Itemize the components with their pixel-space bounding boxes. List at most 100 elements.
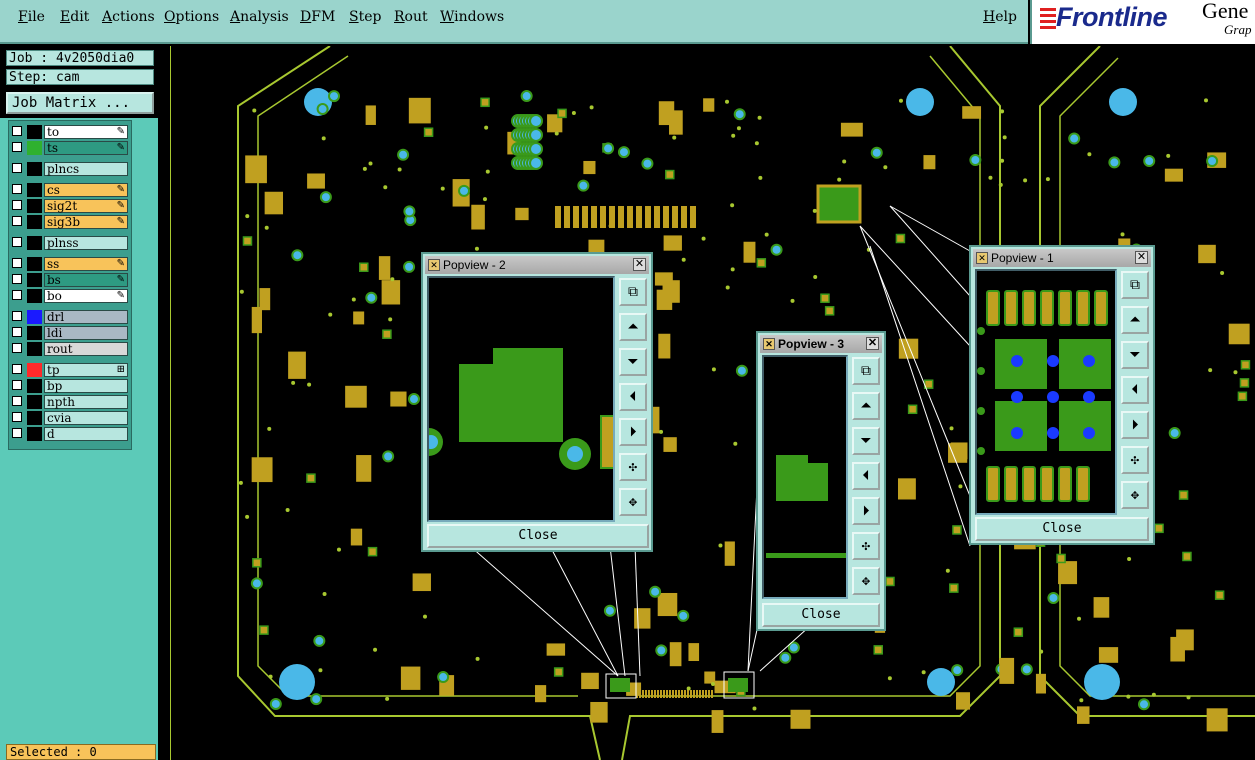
- layer-color-swatch[interactable]: [27, 215, 42, 229]
- popview-1-view[interactable]: [975, 269, 1117, 515]
- pan-up-icon[interactable]: ⏶: [852, 392, 880, 420]
- layer-row-ldi[interactable]: ldi: [11, 326, 129, 340]
- layer-checkbox[interactable]: [12, 200, 22, 210]
- pan-down-icon[interactable]: ⏷: [619, 348, 647, 376]
- layer-checkbox[interactable]: [12, 380, 22, 390]
- layer-color-swatch[interactable]: [27, 379, 42, 393]
- layer-row-ss[interactable]: ss ✎: [11, 257, 129, 271]
- zoom-in-icon[interactable]: ✣: [852, 532, 880, 560]
- layer-name[interactable]: cs ✎: [44, 183, 128, 197]
- popview-3-view[interactable]: [762, 355, 848, 599]
- menu-rout[interactable]: Rout: [394, 9, 428, 25]
- menu-step[interactable]: Step: [349, 9, 381, 25]
- layer-checkbox[interactable]: [12, 216, 22, 226]
- window-menu-icon[interactable]: ✕: [763, 338, 775, 350]
- menu-help[interactable]: Help: [983, 9, 1017, 25]
- layer-name[interactable]: ts ✎: [44, 141, 128, 155]
- layer-color-swatch[interactable]: [27, 125, 42, 139]
- layer-name[interactable]: npth: [44, 395, 128, 409]
- layer-checkbox[interactable]: [12, 327, 22, 337]
- layer-checkbox[interactable]: [12, 412, 22, 422]
- menu-edit[interactable]: Edit: [60, 9, 89, 25]
- layer-name[interactable]: sig3b ✎: [44, 215, 128, 229]
- layer-row-rout[interactable]: rout: [11, 342, 129, 356]
- zoom-out-icon[interactable]: ✥: [619, 488, 647, 516]
- popview-2-close-button[interactable]: Close: [427, 524, 649, 548]
- layer-name[interactable]: ldi: [44, 326, 128, 340]
- layer-row-d[interactable]: d: [11, 427, 129, 441]
- layer-checkbox[interactable]: [12, 290, 22, 300]
- layer-color-swatch[interactable]: [27, 141, 42, 155]
- zoom-window-icon[interactable]: ⧉: [852, 357, 880, 385]
- menu-dfm[interactable]: DFM: [300, 9, 335, 25]
- job-matrix-button[interactable]: Job Matrix ...: [6, 92, 154, 114]
- layer-color-swatch[interactable]: [27, 257, 42, 271]
- layer-name[interactable]: bp: [44, 379, 128, 393]
- pan-right-icon[interactable]: ⏵: [1121, 411, 1149, 439]
- menu-actions[interactable]: Actions: [102, 9, 155, 25]
- pan-left-icon[interactable]: ⏴: [619, 383, 647, 411]
- menu-file[interactable]: File: [18, 9, 45, 25]
- layer-color-swatch[interactable]: [27, 395, 42, 409]
- layer-name[interactable]: plncs: [44, 162, 128, 176]
- layer-color-swatch[interactable]: [27, 183, 42, 197]
- layer-checkbox[interactable]: [12, 343, 22, 353]
- layer-color-swatch[interactable]: [27, 310, 42, 324]
- zoom-window-icon[interactable]: ⧉: [619, 278, 647, 306]
- layer-row-npth[interactable]: npth: [11, 395, 129, 409]
- layer-row-drl[interactable]: drl: [11, 310, 129, 324]
- layer-color-swatch[interactable]: [27, 199, 42, 213]
- layer-name[interactable]: drl: [44, 310, 128, 324]
- layer-checkbox[interactable]: [12, 258, 22, 268]
- layer-row-plncs[interactable]: plncs: [11, 162, 129, 176]
- menu-windows[interactable]: Windows: [440, 9, 504, 25]
- layer-name[interactable]: bs ✎: [44, 273, 128, 287]
- layer-checkbox[interactable]: [12, 274, 22, 284]
- layer-color-swatch[interactable]: [27, 236, 42, 250]
- pan-down-icon[interactable]: ⏷: [1121, 341, 1149, 369]
- layer-color-swatch[interactable]: [27, 326, 42, 340]
- layer-checkbox[interactable]: [12, 163, 22, 173]
- layer-name[interactable]: tp ⊞: [44, 363, 128, 377]
- layer-color-swatch[interactable]: [27, 342, 42, 356]
- close-icon[interactable]: ✕: [866, 337, 879, 350]
- layer-checkbox[interactable]: [12, 126, 22, 136]
- zoom-window-icon[interactable]: ⧉: [1121, 271, 1149, 299]
- pan-up-icon[interactable]: ⏶: [1121, 306, 1149, 334]
- layer-color-swatch[interactable]: [27, 411, 42, 425]
- layer-name[interactable]: to ✎: [44, 125, 128, 139]
- popview-3-close-button[interactable]: Close: [762, 603, 880, 627]
- window-menu-icon[interactable]: ✕: [428, 259, 440, 271]
- layer-row-to[interactable]: to ✎: [11, 125, 129, 139]
- layer-color-swatch[interactable]: [27, 273, 42, 287]
- popview-2-view[interactable]: [427, 276, 615, 522]
- layer-row-sig3b[interactable]: sig3b ✎: [11, 215, 129, 229]
- layer-row-bs[interactable]: bs ✎: [11, 273, 129, 287]
- popview-3-titlebar[interactable]: ✕ Popview - 3 ✕: [760, 335, 882, 353]
- layer-checkbox[interactable]: [12, 396, 22, 406]
- pan-right-icon[interactable]: ⏵: [619, 418, 647, 446]
- layer-color-swatch[interactable]: [27, 162, 42, 176]
- pan-left-icon[interactable]: ⏴: [852, 462, 880, 490]
- layer-checkbox[interactable]: [12, 237, 22, 247]
- zoom-in-icon[interactable]: ✣: [1121, 446, 1149, 474]
- layer-row-bp[interactable]: bp: [11, 379, 129, 393]
- popview-2-titlebar[interactable]: ✕ Popview - 2 ✕: [425, 256, 649, 274]
- layer-checkbox[interactable]: [12, 184, 22, 194]
- popview-1-titlebar[interactable]: ✕ Popview - 1 ✕: [973, 249, 1151, 267]
- layer-row-tp[interactable]: tp ⊞: [11, 363, 129, 377]
- layer-row-cvia[interactable]: cvia: [11, 411, 129, 425]
- zoom-out-icon[interactable]: ✥: [1121, 481, 1149, 509]
- layer-color-swatch[interactable]: [27, 427, 42, 441]
- zoom-out-icon[interactable]: ✥: [852, 567, 880, 595]
- layer-name[interactable]: bo ✎: [44, 289, 128, 303]
- menu-analysis[interactable]: Analysis: [230, 9, 289, 25]
- menu-options[interactable]: Options: [164, 9, 219, 25]
- layer-name[interactable]: cvia: [44, 411, 128, 425]
- layer-checkbox[interactable]: [12, 142, 22, 152]
- layer-name[interactable]: rout: [44, 342, 128, 356]
- layer-row-sig2t[interactable]: sig2t ✎: [11, 199, 129, 213]
- layer-name[interactable]: ss ✎: [44, 257, 128, 271]
- layer-checkbox[interactable]: [12, 364, 22, 374]
- close-icon[interactable]: ✕: [633, 258, 646, 271]
